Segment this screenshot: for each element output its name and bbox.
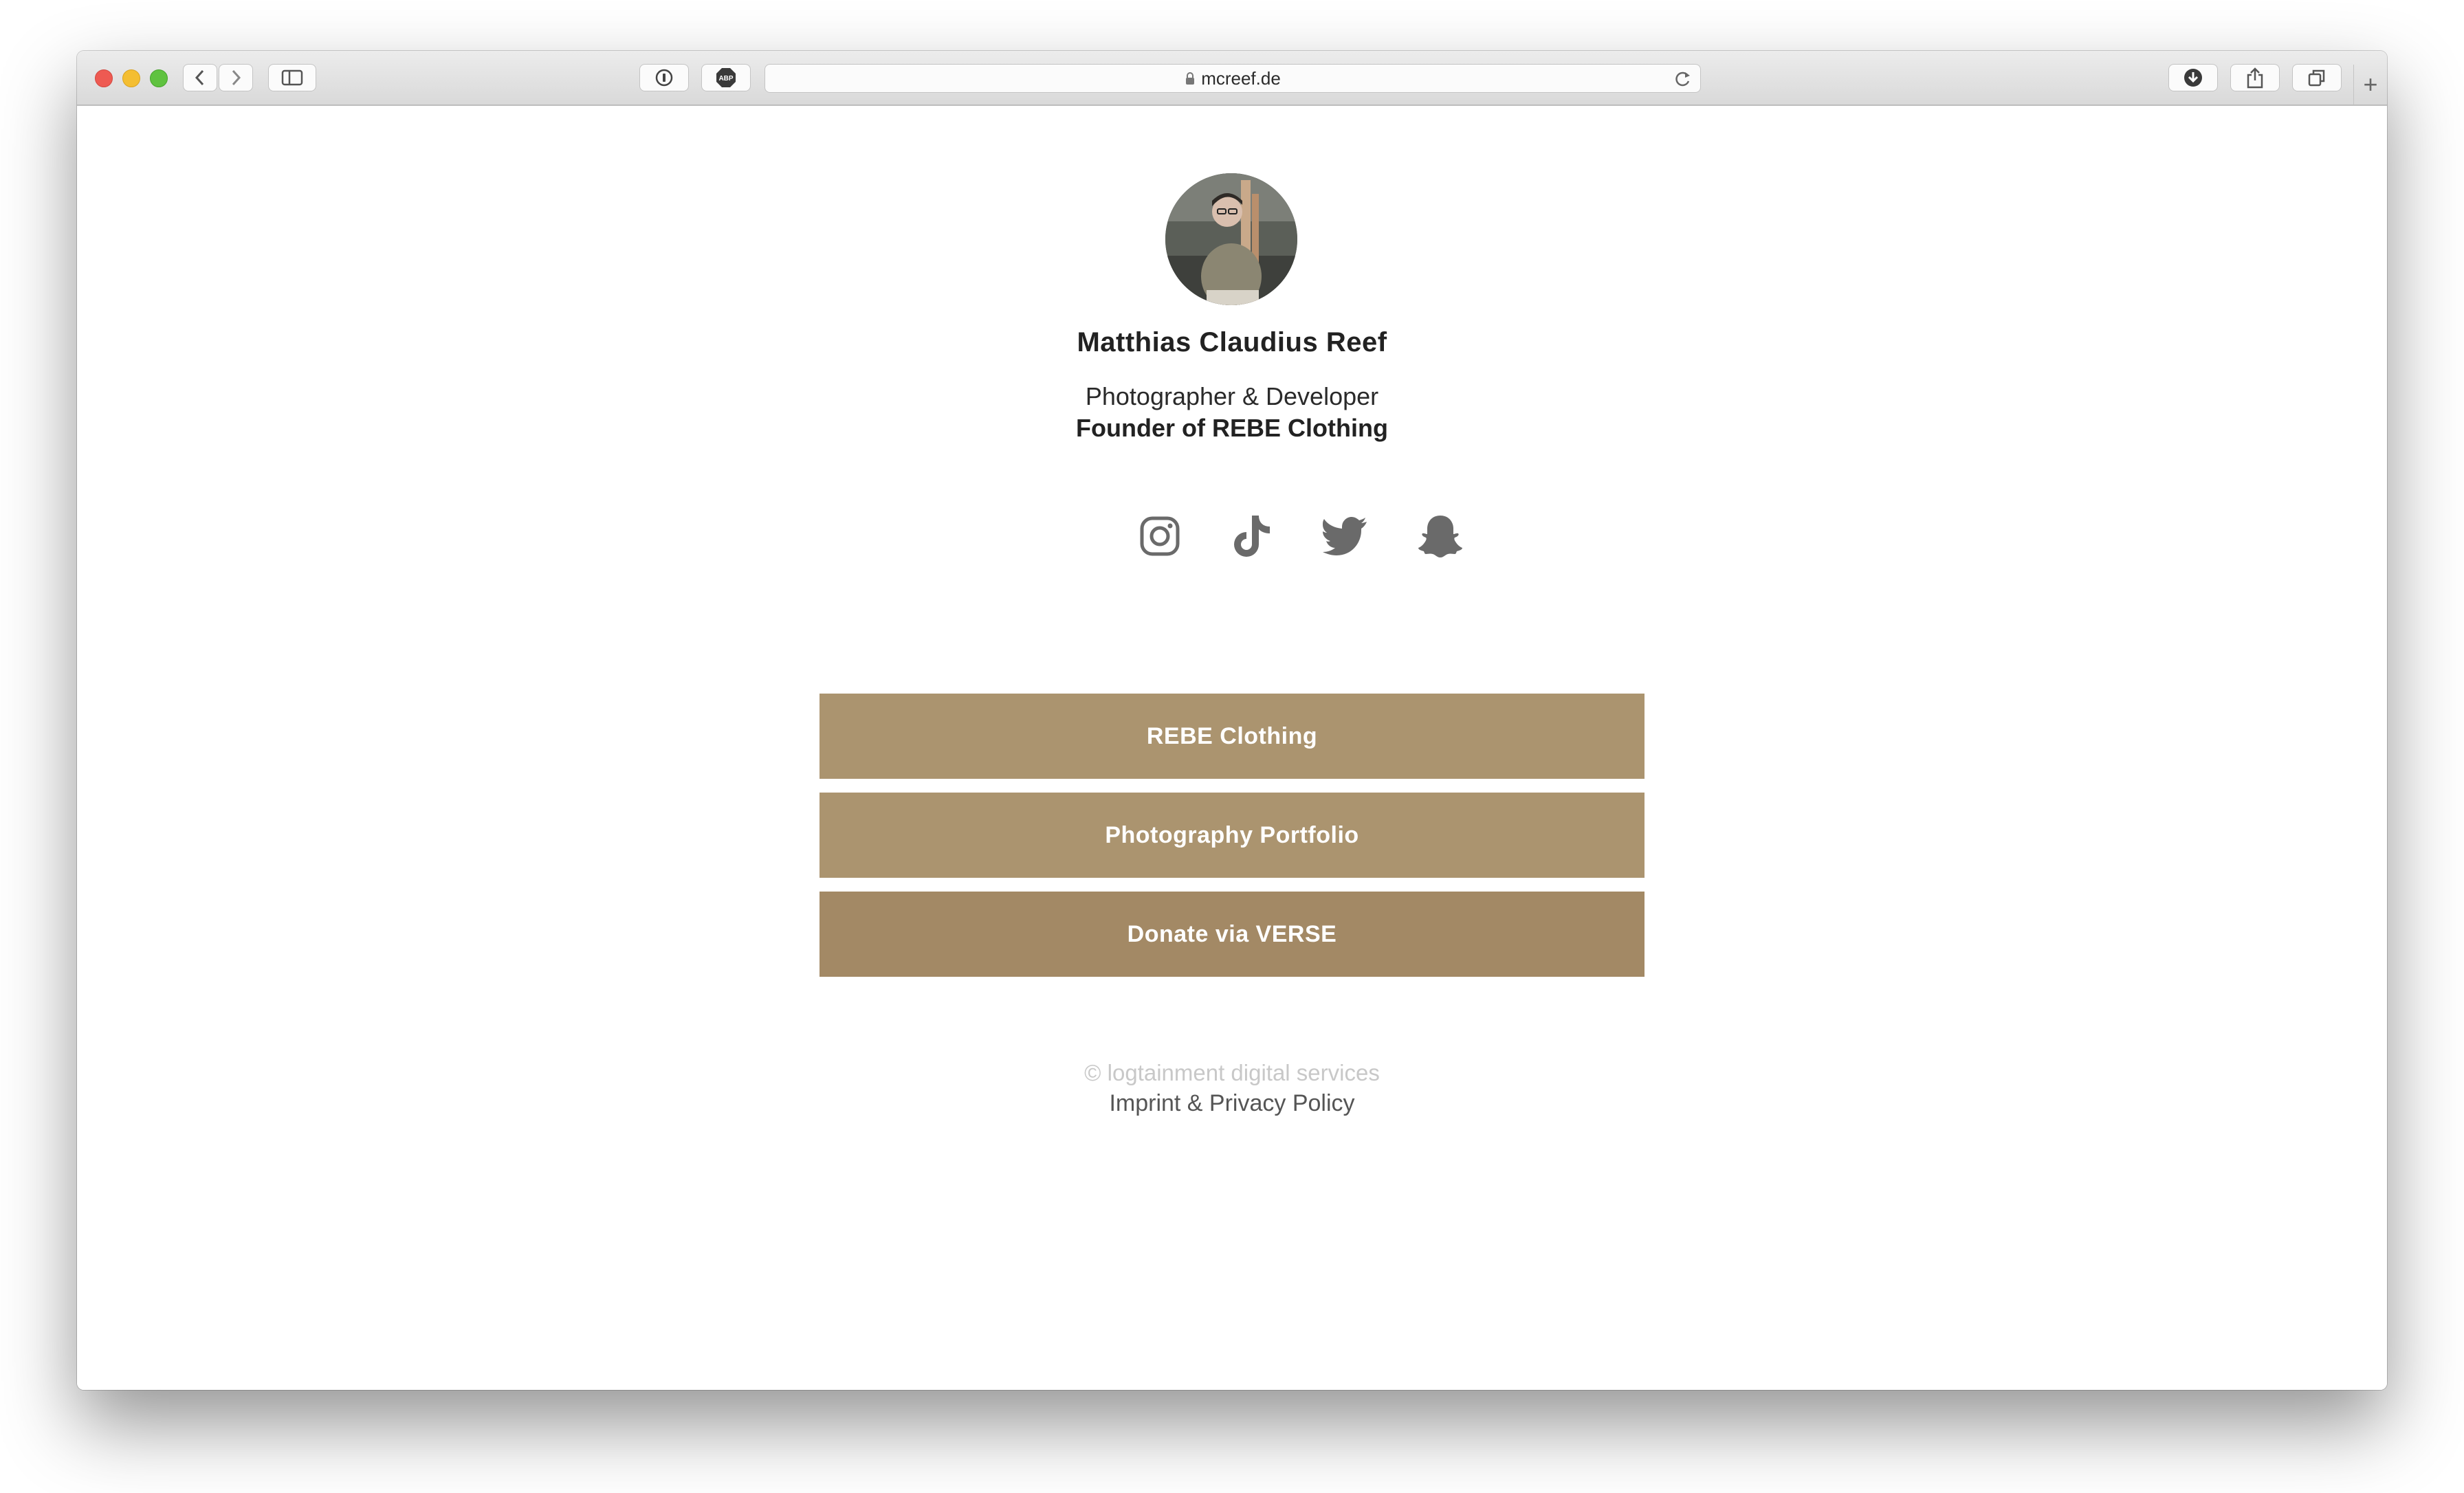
reload-icon[interactable]: [1674, 70, 1692, 88]
url-text: mcreef.de: [1201, 67, 1281, 89]
new-tab-button[interactable]: +: [2353, 65, 2387, 104]
forward-button[interactable]: [219, 64, 253, 91]
sidebar-button[interactable]: [268, 64, 316, 91]
share-button[interactable]: [2230, 64, 2280, 91]
minimize-window-button[interactable]: [122, 69, 140, 87]
snapchat-icon: [1418, 516, 1462, 557]
sidebar-icon: [281, 69, 303, 86]
tabs-overview-button[interactable]: [2292, 64, 2342, 91]
adblock-extension-button[interactable]: ABP: [701, 64, 751, 91]
adblock-label: ABP: [718, 75, 733, 82]
tabs-icon: [2308, 69, 2325, 87]
instagram-icon: [1140, 516, 1180, 556]
close-window-button[interactable]: [95, 69, 113, 87]
address-bar[interactable]: mcreef.de: [764, 64, 1701, 93]
profile-photo: [1165, 173, 1297, 305]
maximize-window-button[interactable]: [150, 69, 168, 87]
profile-name: Matthias Claudius Reef: [1077, 327, 1387, 357]
page-content: Matthias Claudius Reef Photographer & De…: [77, 106, 2387, 1390]
link-button-label: REBE Clothing: [1146, 722, 1318, 749]
twitter-link[interactable]: [1321, 511, 1370, 561]
avatar: [1165, 173, 1297, 305]
back-button[interactable]: [183, 64, 217, 91]
profile-founder-line: Founder of REBE Clothing: [1076, 414, 1388, 442]
link-button-label: Donate via VERSE: [1127, 920, 1337, 947]
twitter-icon: [1323, 517, 1367, 555]
share-icon: [2247, 67, 2263, 89]
plus-icon: +: [2363, 70, 2378, 98]
lock-icon: [1186, 72, 1195, 85]
link-button-photography-portfolio[interactable]: Photography Portfolio: [820, 793, 1644, 878]
downloads-icon: [2184, 69, 2202, 87]
copyright-text: © logtainment digital services: [1084, 1060, 1380, 1085]
password-extension-button[interactable]: [639, 64, 689, 91]
tiktok-link[interactable]: [1228, 511, 1276, 561]
adblock-icon: ABP: [716, 68, 736, 87]
downloads-button[interactable]: [2168, 64, 2218, 91]
link-button-rebe-clothing[interactable]: REBE Clothing: [820, 694, 1644, 779]
social-links: [1136, 511, 1473, 566]
password-icon: [655, 69, 673, 87]
instagram-link[interactable]: [1136, 511, 1184, 561]
link-button-label: Photography Portfolio: [1105, 821, 1359, 848]
browser-window: ABP mcreef.de + Matthias Claudius Reef P…: [77, 51, 2387, 1390]
browser-toolbar: ABP mcreef.de +: [77, 51, 2387, 106]
tiktok-icon: [1234, 516, 1270, 557]
imprint-privacy-link[interactable]: Imprint & Privacy Policy: [77, 1090, 2387, 1117]
profile-tagline: Photographer & Developer: [1085, 382, 1379, 410]
back-icon: [195, 69, 204, 86]
link-button-donate-verse[interactable]: Donate via VERSE: [820, 892, 1644, 977]
forward-icon: [232, 69, 241, 86]
snapchat-link[interactable]: [1416, 511, 1464, 561]
